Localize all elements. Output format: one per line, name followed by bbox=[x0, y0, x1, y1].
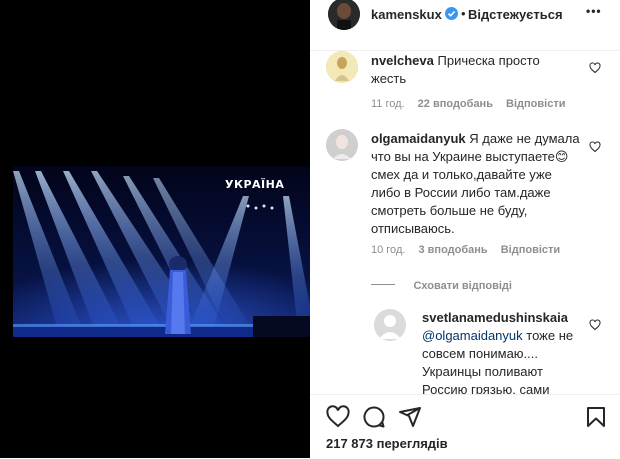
commenter-avatar[interactable] bbox=[326, 51, 358, 83]
header-separator: • bbox=[461, 6, 466, 21]
commenter-avatar[interactable] bbox=[326, 129, 358, 161]
reply-button[interactable]: Відповісти bbox=[506, 98, 565, 110]
comment-text: либо в России либо там.даже bbox=[371, 185, 551, 200]
hide-replies-toggle[interactable]: Сховати відповіді bbox=[371, 276, 512, 294]
comment-text: что вы на Украине выступаете😊 bbox=[371, 149, 569, 164]
user-mention-link[interactable]: @olgamaidanyuk bbox=[422, 328, 523, 343]
commenter-username[interactable]: nvelcheva bbox=[371, 53, 434, 68]
comment-text: жесть bbox=[371, 71, 407, 86]
commenter-username[interactable]: olgamaidanyuk bbox=[371, 131, 466, 146]
comment-text: смотреть больше не буду, bbox=[371, 203, 528, 218]
post-media-area: УКРАЇНА bbox=[0, 0, 310, 458]
comment-text: Украинцы поливают bbox=[422, 364, 543, 379]
reply-button[interactable]: Відповісти bbox=[501, 244, 560, 256]
save-icon[interactable] bbox=[584, 405, 608, 429]
comment-text: Прическа просто bbox=[437, 53, 540, 68]
like-comment-icon[interactable] bbox=[589, 61, 601, 74]
views-count[interactable]: 217 873 переглядів bbox=[326, 436, 448, 451]
commenter-avatar[interactable] bbox=[374, 309, 406, 341]
post-header: kamenskux • Відстежується ••• bbox=[310, 0, 620, 51]
comment-text: смех да и только,давайте уже bbox=[371, 167, 552, 182]
channel-logo-text: УКРАЇНА bbox=[225, 178, 285, 191]
like-comment-icon[interactable] bbox=[589, 140, 601, 153]
comment-time[interactable]: 10 год. bbox=[371, 244, 405, 256]
comment-text: тоже не bbox=[522, 328, 574, 343]
comment-text: Я даже не думала bbox=[469, 131, 580, 146]
like-comment-icon[interactable] bbox=[589, 318, 601, 331]
comment-time[interactable]: 11 год. bbox=[371, 98, 405, 110]
share-icon[interactable] bbox=[398, 405, 422, 429]
hide-replies-label: Сховати відповіді bbox=[413, 280, 512, 292]
more-options-icon[interactable]: ••• bbox=[586, 4, 602, 18]
comment-icon[interactable] bbox=[362, 405, 386, 429]
comment-likes[interactable]: 22 вподобань bbox=[418, 98, 493, 110]
hide-replies-line bbox=[371, 284, 395, 286]
post-side-panel: kamenskux • Відстежується ••• nvelcheva … bbox=[310, 0, 620, 459]
post-actions-bar: 217 873 переглядів bbox=[310, 394, 620, 459]
follow-status-button[interactable]: Відстежується bbox=[468, 7, 563, 22]
post-video[interactable]: УКРАЇНА bbox=[13, 166, 310, 337]
comment-text: отписываюсь. bbox=[371, 221, 455, 236]
author-username[interactable]: kamenskux bbox=[371, 7, 442, 22]
concert-stage-image bbox=[13, 166, 310, 337]
author-avatar[interactable] bbox=[328, 0, 360, 30]
like-icon[interactable] bbox=[326, 405, 350, 429]
comment-text: совсем понимаю.... bbox=[422, 346, 538, 361]
commenter-username[interactable]: svetlanamedushinskaia bbox=[422, 310, 568, 325]
comment-likes[interactable]: 3 вподобань bbox=[418, 244, 487, 256]
verified-icon bbox=[445, 7, 458, 20]
